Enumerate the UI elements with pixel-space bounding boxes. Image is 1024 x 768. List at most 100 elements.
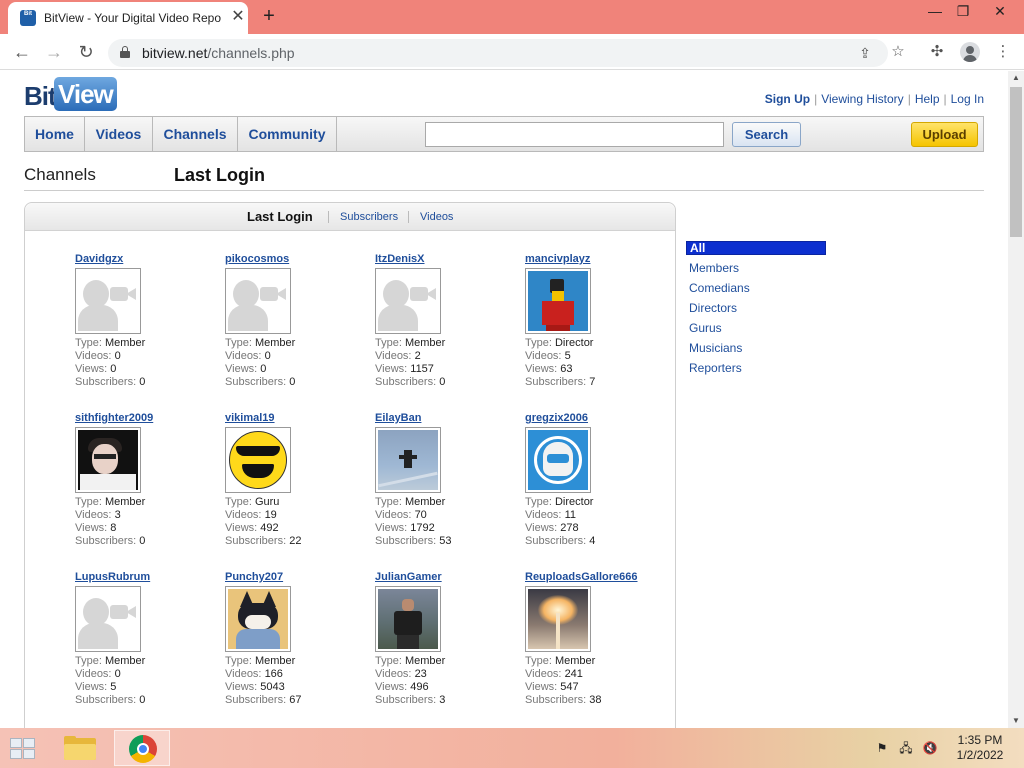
network-icon[interactable]: 🖧 xyxy=(898,740,914,756)
url-text[interactable]: bitview.net/channels.php xyxy=(142,45,295,61)
stat-label: Views: xyxy=(75,522,108,534)
stat-views: Views: 496 xyxy=(375,681,525,694)
sort-separator xyxy=(328,211,329,223)
channel-name-link[interactable]: Davidgzx xyxy=(75,252,225,266)
nav-community[interactable]: Community xyxy=(238,117,337,151)
channel-avatar[interactable] xyxy=(375,268,441,334)
stat-value: 492 xyxy=(260,522,279,534)
volume-muted-icon[interactable]: 🔇 xyxy=(922,740,938,756)
bookmark-star-icon[interactable]: ☆ xyxy=(888,42,908,62)
tab-close-icon[interactable]: ✕ xyxy=(230,9,246,25)
channel-name-link[interactable]: Punchy207 xyxy=(225,570,375,584)
clock-date: 1/2/2022 xyxy=(956,748,1004,762)
nav-home[interactable]: Home xyxy=(25,117,85,151)
help-link[interactable]: Help xyxy=(915,92,940,106)
stat-value: Member xyxy=(254,655,296,667)
category-all[interactable]: All xyxy=(686,241,826,255)
stat-subscribers: Subscribers: 0 xyxy=(75,376,225,389)
sign-up-link[interactable]: Sign Up xyxy=(765,92,810,106)
channel-avatar[interactable] xyxy=(525,268,591,334)
stat-label: Videos: xyxy=(525,668,562,680)
share-icon[interactable]: ⇪ xyxy=(856,44,874,62)
stat-value: 5 xyxy=(564,350,571,362)
channel-avatar[interactable] xyxy=(225,586,291,652)
channel-name-link[interactable]: pikocosmos xyxy=(225,252,375,266)
category-members[interactable]: Members xyxy=(686,258,826,278)
page-scrollbar[interactable]: ▲ ▼ xyxy=(1008,71,1024,728)
system-clock[interactable]: 1:35 PM 1/2/2022 xyxy=(944,733,1016,763)
sky-avatar-icon xyxy=(378,430,438,490)
stat-value: 0 xyxy=(264,350,271,362)
stat-label: Subscribers: xyxy=(225,376,287,388)
channel-name-link[interactable]: mancivplayz xyxy=(525,252,675,266)
category-reporters[interactable]: Reporters xyxy=(686,358,826,378)
channel-stats: Type: Member Videos: 0 Views: 5 Subscribers… xyxy=(75,655,225,707)
channel-avatar[interactable] xyxy=(375,586,441,652)
channel-card: ReuploadsGallore666 Type: Member Videos: 2… xyxy=(525,570,675,707)
category-musicians[interactable]: Musicians xyxy=(686,338,826,358)
channel-card: Davidgzx Type: Member Videos: 0 Views: 0 Sub… xyxy=(75,252,225,389)
channel-name-link[interactable]: EilayBan xyxy=(375,411,525,425)
scroll-thumb[interactable] xyxy=(1010,87,1022,237)
browser-menu-icon[interactable]: ⋮ xyxy=(993,42,1013,62)
channel-avatar[interactable] xyxy=(525,427,591,493)
stat-label: Views: xyxy=(375,363,408,375)
channel-name-link[interactable]: ItzDenisX xyxy=(375,252,525,266)
stat-label: Views: xyxy=(525,681,558,693)
nav-videos[interactable]: Videos xyxy=(85,117,153,151)
upload-button[interactable]: Upload xyxy=(911,122,978,147)
channel-stats: Type: Member Videos: 23 Views: 496 Subscrib… xyxy=(375,655,525,707)
category-comedians[interactable]: Comedians xyxy=(686,278,826,298)
stat-videos: Videos: 2 xyxy=(375,350,525,363)
stat-value: Director xyxy=(554,496,594,508)
channel-stats: Type: Member Videos: 166 Views: 5043 Subscr… xyxy=(225,655,375,707)
channel-name-link[interactable]: JulianGamer xyxy=(375,570,525,584)
address-bar[interactable]: bitview.net/channels.php ⇪ xyxy=(108,39,888,67)
search-input[interactable] xyxy=(425,122,724,147)
back-arrow-icon[interactable]: ← xyxy=(10,40,34,64)
sort-videos-link[interactable]: Videos xyxy=(420,211,453,223)
channel-avatar[interactable] xyxy=(225,268,291,334)
chrome-icon xyxy=(129,735,157,763)
stat-label: Views: xyxy=(375,522,408,534)
channel-avatar[interactable] xyxy=(75,268,141,334)
channel-avatar[interactable] xyxy=(525,586,591,652)
log-in-link[interactable]: Log In xyxy=(951,92,984,106)
channel-name-link[interactable]: vikimal19 xyxy=(225,411,375,425)
stat-videos: Videos: 5 xyxy=(525,350,675,363)
scroll-down-icon[interactable]: ▼ xyxy=(1008,714,1024,728)
category-gurus[interactable]: Gurus xyxy=(686,318,826,338)
restore-icon[interactable]: ❐ xyxy=(948,2,978,22)
viewing-history-link[interactable]: Viewing History xyxy=(821,92,903,106)
file-explorer-icon[interactable] xyxy=(64,736,96,760)
action-center-flag-icon[interactable]: ⚑ xyxy=(874,740,890,756)
channel-name-link[interactable]: LupusRubrum xyxy=(75,570,225,584)
heading-divider xyxy=(24,190,984,191)
taskbar-chrome-app[interactable] xyxy=(114,730,170,766)
forward-arrow-icon[interactable]: → xyxy=(42,40,66,64)
profile-avatar-icon[interactable] xyxy=(960,42,980,62)
browser-tab[interactable]: Bit BitView - Your Digital Video Repo ✕ xyxy=(8,2,248,34)
channel-name-link[interactable]: gregzix2006 xyxy=(525,411,675,425)
stat-label: Subscribers: xyxy=(375,376,437,388)
channel-avatar[interactable] xyxy=(225,427,291,493)
extensions-puzzle-icon[interactable]: ✣ xyxy=(927,42,947,62)
stat-label: Type: xyxy=(75,496,102,508)
channel-avatar[interactable] xyxy=(375,427,441,493)
scroll-up-icon[interactable]: ▲ xyxy=(1008,71,1024,85)
channel-name-link[interactable]: sithfighter2009 xyxy=(75,411,225,425)
stat-value: Member xyxy=(104,496,146,508)
sort-subscribers-link[interactable]: Subscribers xyxy=(340,211,398,223)
new-tab-icon[interactable]: + xyxy=(258,6,280,28)
windows-start-icon[interactable] xyxy=(10,738,36,760)
window-close-icon[interactable]: ✕ xyxy=(985,2,1015,22)
category-directors[interactable]: Directors xyxy=(686,298,826,318)
minimize-icon[interactable]: — xyxy=(920,2,950,22)
search-button[interactable]: Search xyxy=(732,122,801,147)
channel-avatar[interactable] xyxy=(75,427,141,493)
nav-channels[interactable]: Channels xyxy=(153,117,238,151)
lock-icon[interactable] xyxy=(120,46,130,58)
channel-avatar[interactable] xyxy=(75,586,141,652)
channel-name-link[interactable]: ReuploadsGallore666 xyxy=(525,570,675,584)
reload-icon[interactable]: ↻ xyxy=(74,40,98,64)
